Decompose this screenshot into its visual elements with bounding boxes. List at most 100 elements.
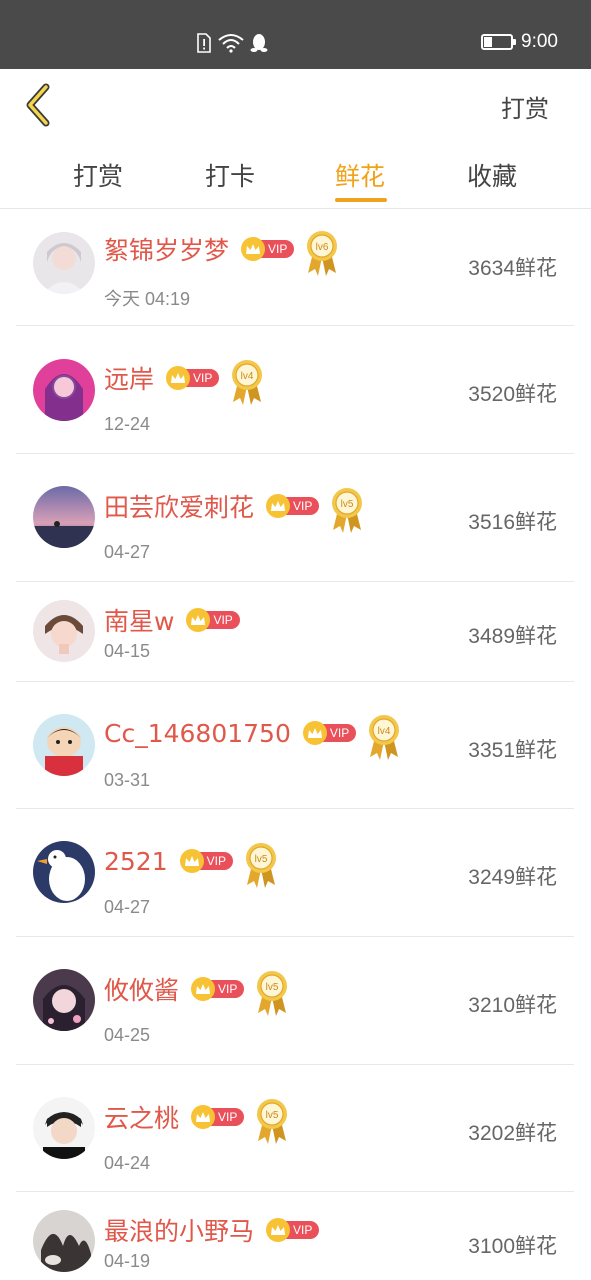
level-medal-icon: lv4 (369, 715, 400, 760)
crown-icon (302, 721, 327, 745)
avatar[interactable] (33, 359, 95, 421)
vip-badge: VIP (186, 608, 240, 632)
avatar[interactable] (33, 1097, 95, 1159)
timestamp: 04-27 (104, 542, 151, 562)
active-tab-indicator (335, 198, 387, 202)
timestamp: 04-27 (104, 897, 151, 917)
vip-badge: VIP (179, 849, 233, 873)
user-name-line: 最浪的小野马 VIP (104, 1212, 320, 1248)
clock: 9:00 (521, 31, 558, 52)
sim-alert-icon (197, 33, 211, 53)
user-name[interactable]: 攸攸酱 (104, 971, 179, 1007)
vip-badge: VIP (266, 494, 320, 518)
status-icons (196, 33, 268, 53)
vip-badge: VIP (241, 237, 295, 261)
level-medal-icon: lv5 (332, 488, 363, 533)
user-name[interactable]: 絮锦岁岁梦 (104, 231, 229, 267)
vip-badge: VIP (191, 1105, 245, 1129)
user-name-line: 田芸欣爱刺花 VIP lv5 (104, 482, 365, 533)
list-item[interactable]: 攸攸酱 VIP lv5 04-25 3210鲜花 (16, 937, 574, 1065)
level-label: lv5 (255, 854, 268, 865)
list-item[interactable]: 田芸欣爱刺花 VIP lv5 04-27 3516鲜花 (16, 454, 574, 582)
list-item[interactable]: 絮锦岁岁梦 VIP lv6 今天 04:19 3634鲜花 (16, 209, 574, 326)
user-name[interactable]: 2521 (104, 847, 168, 876)
avatar[interactable] (33, 232, 95, 294)
vip-badge: VIP (302, 721, 357, 745)
crown-icon (266, 494, 291, 518)
list-item[interactable]: 南星w VIP 04-15 3489鲜花 (16, 582, 574, 682)
level-label: lv6 (316, 242, 329, 253)
crown-icon (266, 1218, 291, 1242)
status-bar: 9:00 (0, 0, 591, 69)
list-item[interactable]: 远岸 VIP lv4 12-24 3520鲜花 (16, 326, 574, 454)
tab-checkin[interactable]: 打卡 (205, 157, 255, 193)
list-item[interactable]: 云之桃 VIP lv5 04-24 3202鲜花 (16, 1065, 574, 1192)
level-label: lv5 (341, 499, 354, 510)
status-right: 9:00 (481, 31, 558, 53)
tab-flowers[interactable]: 鲜花 (335, 157, 385, 193)
flower-count: 3249鲜花 (468, 866, 557, 889)
header-bar: 打赏 (0, 69, 591, 139)
level-label: lv4 (378, 726, 391, 737)
timestamp: 12-24 (104, 414, 151, 434)
avatar[interactable] (33, 1210, 95, 1272)
timestamp: 04-19 (104, 1251, 151, 1271)
avatar[interactable] (33, 486, 95, 548)
crown-icon (166, 366, 191, 390)
list-item[interactable]: Cc_146801750 VIP lv4 03-31 3351鲜花 (16, 682, 574, 809)
level-label: lv4 (241, 371, 254, 382)
level-medal-icon: lv6 (307, 231, 338, 276)
user-name-line: 絮锦岁岁梦 VIP lv6 (104, 225, 340, 276)
user-name-line: Cc_146801750 VIP lv4 (104, 709, 402, 760)
flower-count: 3202鲜花 (468, 1122, 557, 1145)
flower-count: 3351鲜花 (468, 739, 557, 762)
timestamp: 03-31 (104, 770, 151, 790)
crown-icon (241, 237, 266, 261)
user-name-line: 2521 VIP lv5 (104, 837, 279, 888)
tab-reward[interactable]: 打赏 (73, 157, 123, 193)
user-name-line: 云之桃 VIP lv5 (104, 1093, 290, 1144)
tab-bar: 打赏 打卡 鲜花 收藏 (0, 139, 591, 209)
list-item[interactable]: 最浪的小野马 VIP 04-19 3100鲜花 (16, 1192, 574, 1280)
vip-badge: VIP (166, 366, 220, 390)
level-medal-icon: lv5 (257, 1099, 288, 1144)
list-item[interactable]: 2521 VIP lv5 04-27 3249鲜花 (16, 809, 574, 937)
crown-icon (179, 849, 204, 873)
chevron-left-icon (26, 83, 50, 127)
flower-count: 3520鲜花 (468, 383, 557, 406)
vip-badge: VIP (191, 977, 245, 1001)
flower-count: 3634鲜花 (468, 257, 557, 280)
user-name-line: 南星w VIP (104, 602, 240, 638)
user-name-line: 攸攸酱 VIP lv5 (104, 965, 290, 1016)
timestamp: 今天 04:19 (104, 289, 191, 309)
reward-button[interactable]: 打赏 (501, 89, 549, 124)
vip-badge: VIP (266, 1218, 320, 1242)
user-name[interactable]: 云之桃 (104, 1099, 179, 1135)
level-label: lv5 (266, 982, 279, 993)
flower-count: 3100鲜花 (468, 1235, 557, 1258)
tab-favorites[interactable]: 收藏 (467, 157, 517, 193)
flower-count: 3516鲜花 (468, 511, 557, 534)
back-button[interactable] (20, 83, 60, 127)
qq-penguin-icon (250, 34, 268, 52)
flower-count: 3210鲜花 (468, 994, 557, 1017)
timestamp: 04-24 (104, 1153, 151, 1173)
level-medal-icon: lv5 (257, 971, 288, 1016)
battery-icon (481, 34, 517, 50)
user-name[interactable]: Cc_146801750 (104, 719, 291, 748)
level-medal-icon: lv5 (245, 843, 276, 888)
crown-icon (191, 1105, 216, 1129)
avatar[interactable] (33, 969, 95, 1031)
timestamp: 04-15 (104, 641, 151, 661)
level-label: lv5 (266, 1110, 279, 1121)
user-name[interactable]: 南星w (104, 602, 174, 638)
crown-icon (191, 977, 216, 1001)
user-name-line: 远岸 VIP lv4 (104, 354, 265, 405)
avatar[interactable] (33, 714, 95, 776)
flower-count: 3489鲜花 (468, 625, 557, 648)
user-name[interactable]: 田芸欣爱刺花 (104, 488, 254, 524)
avatar[interactable] (33, 841, 95, 903)
user-name[interactable]: 最浪的小野马 (104, 1212, 254, 1248)
avatar[interactable] (33, 600, 95, 662)
user-name[interactable]: 远岸 (104, 360, 154, 396)
